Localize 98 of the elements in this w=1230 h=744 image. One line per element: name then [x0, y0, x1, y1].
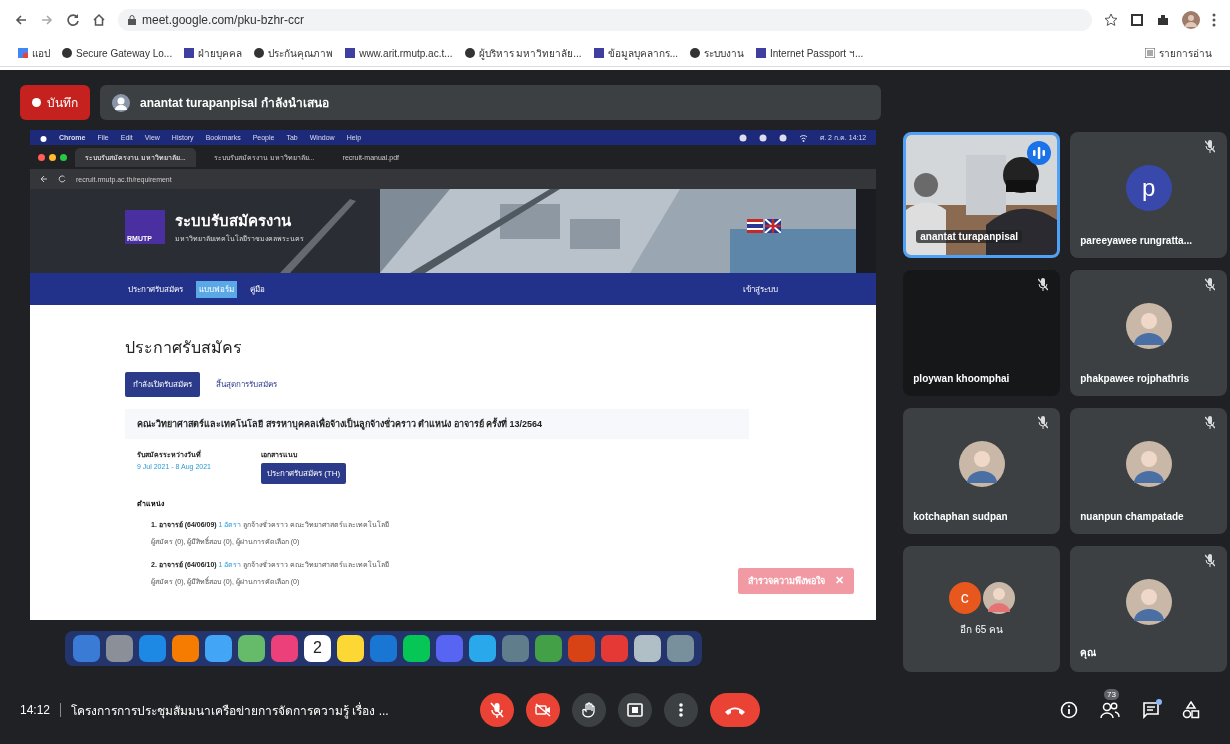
bookmark[interactable]: ระบบงาน — [704, 45, 744, 61]
participant-name: pareeyawee rungratta... — [1080, 235, 1192, 246]
bookmark[interactable]: ข้อมูลบุคลากร... — [607, 45, 678, 61]
app-icon[interactable] — [205, 634, 232, 662]
status-icon — [739, 133, 748, 142]
apple-icon — [40, 133, 47, 142]
app-icon[interactable] — [238, 634, 265, 662]
avatar — [958, 441, 1005, 487]
bookmark-icon — [184, 48, 195, 58]
more-icon — [679, 702, 683, 718]
app-icon[interactable]: 2 — [304, 634, 331, 662]
reading-list-icon — [1145, 48, 1155, 58]
microphone-button[interactable] — [480, 693, 514, 727]
app-icon[interactable] — [106, 634, 133, 662]
person-icon — [112, 93, 130, 112]
raise-hand-button[interactable] — [572, 693, 606, 727]
speaking-icon — [1027, 141, 1052, 165]
avatar: p — [1125, 165, 1172, 211]
chat-icon — [1142, 701, 1160, 719]
bookmark-icon — [593, 48, 604, 58]
hang-up-icon — [724, 705, 746, 715]
back-icon[interactable] — [40, 175, 48, 183]
filter-tab[interactable]: สิ้นสุดการรับสมัคร — [208, 372, 285, 397]
reload-icon[interactable] — [66, 13, 80, 27]
app-icon[interactable] — [667, 634, 694, 662]
avatar — [1125, 579, 1172, 625]
extension-icon[interactable] — [1130, 13, 1144, 27]
bookmark[interactable]: ฝ่ายบุคคล — [198, 45, 243, 61]
avatar: c — [948, 581, 981, 614]
app-icon[interactable] — [634, 634, 661, 662]
page-heading: ประกาศรับสมัคร — [125, 338, 243, 358]
record-button[interactable]: บันทึก — [20, 85, 90, 120]
bookmark[interactable]: แอป — [32, 45, 50, 61]
participant-count: 73 — [1104, 689, 1119, 700]
bookmark[interactable]: Secure Gateway Lo... — [76, 47, 173, 59]
present-icon — [627, 703, 643, 717]
people-icon — [1100, 701, 1120, 719]
app-icon[interactable] — [403, 634, 430, 662]
avatar — [1125, 303, 1172, 349]
bookmark-icon — [345, 48, 356, 58]
participant-name: คุณ — [1080, 646, 1097, 660]
more-icon[interactable] — [1212, 13, 1216, 27]
presenter-text: anantat turapanpisal กำลังนำเสนอ — [140, 95, 329, 112]
avatar-icon[interactable] — [1182, 11, 1200, 29]
app-icon[interactable] — [469, 634, 496, 662]
site-title: ระบบรับสมัครงาน — [175, 211, 292, 231]
avatar — [1125, 441, 1172, 487]
nav-link[interactable]: ประกาศรับสมัคร — [125, 280, 186, 298]
chat-button[interactable] — [1142, 701, 1160, 719]
present-button[interactable] — [618, 693, 652, 727]
meeting-title: โครงการการประชุมสัมมนาเครือข่ายการจัดการความรู้ เรื่อง ... — [71, 701, 389, 720]
participant-name: nuanpun champatade — [1080, 511, 1184, 522]
camera-button[interactable] — [526, 693, 560, 727]
hand-icon — [582, 702, 596, 718]
app-icon[interactable] — [337, 634, 364, 662]
status-icon — [759, 133, 768, 142]
app-icon[interactable] — [172, 634, 199, 662]
login-link[interactable]: เข้าสู่ระบบ — [740, 280, 782, 298]
apps-icon — [18, 48, 28, 58]
camera-off-icon — [535, 703, 551, 717]
status-icon — [779, 133, 788, 142]
star-icon[interactable] — [1104, 13, 1118, 27]
avatar — [982, 581, 1015, 614]
globe-icon — [464, 48, 475, 58]
meeting-time: 14:12 — [20, 703, 51, 717]
mic-off-icon — [490, 702, 504, 718]
nav-link[interactable]: คู่มือ — [247, 280, 268, 298]
end-call-button[interactable] — [710, 693, 760, 727]
filter-tab[interactable]: กำลังเปิดรับสมัคร — [125, 372, 200, 397]
app-icon[interactable] — [535, 634, 562, 662]
participant-name: anantat turapanpisal — [916, 230, 1023, 243]
participant-name: phakpawee rojphathris — [1080, 373, 1190, 384]
url-text[interactable]: meet.google.com/pku-bzhr-ccr — [142, 13, 305, 27]
announcement-title: คณะวิทยาศาสตร์และเทคโนโลยี สรรหาบุคคลเพื่อจ้างเป็นลูกจ้างชั่วคราว ตำแหน่ง อาจารย์ ครั้งที่ 13/2564 — [125, 409, 749, 439]
bookmark[interactable]: ผู้บริหาร มหาวิทยาลัย... — [478, 45, 582, 61]
globe-icon — [254, 48, 265, 58]
participant-name: อีก 65 คน — [960, 622, 1004, 637]
bookmark[interactable]: Internet Passport ฯ... — [770, 45, 864, 61]
shapes-icon — [1182, 701, 1200, 719]
more-button[interactable] — [664, 693, 698, 727]
attachment-button[interactable]: ประกาศรับสมัคร (TH) — [260, 463, 347, 484]
lock-icon — [128, 15, 136, 25]
globe-icon — [62, 48, 72, 58]
home-icon[interactable] — [92, 13, 106, 27]
window-controls-icon — [38, 153, 67, 161]
bookmark-icon — [756, 48, 766, 58]
wifi-icon — [799, 133, 809, 142]
globe-icon — [690, 48, 700, 58]
bookmark[interactable]: www.arit.rmutp.ac.t... — [359, 47, 453, 59]
back-icon[interactable] — [14, 13, 28, 27]
flag-icons[interactable] — [747, 219, 782, 233]
info-button[interactable] — [1060, 701, 1078, 719]
bookmark[interactable]: ประกันคุณภาพ — [268, 45, 334, 61]
participant-name: kotchaphan sudpan — [913, 511, 1008, 522]
participant-name: ploywan khoomphai — [913, 373, 1010, 384]
info-icon — [1060, 701, 1078, 719]
reading-list[interactable]: รายการอ่าน — [1159, 45, 1212, 61]
activities-button[interactable] — [1182, 701, 1200, 719]
